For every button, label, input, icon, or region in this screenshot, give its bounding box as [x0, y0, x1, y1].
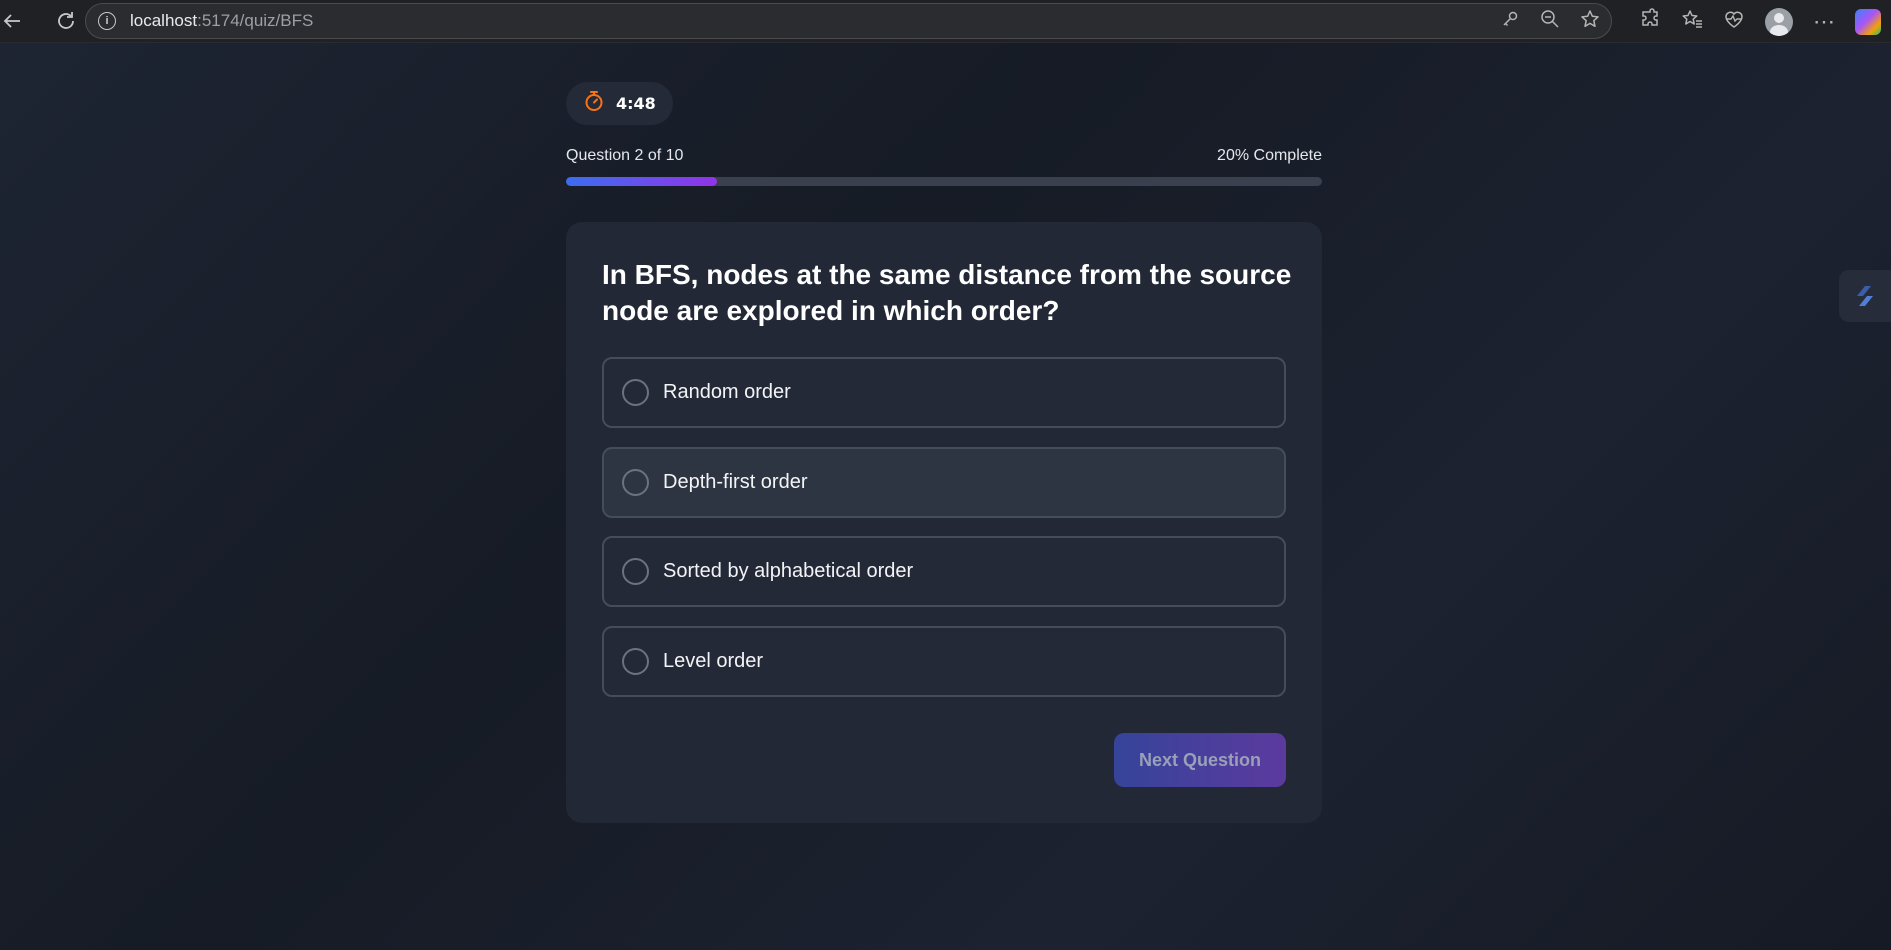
progress-percent: 20% Complete: [1217, 147, 1322, 164]
radio-icon[interactable]: [622, 648, 649, 675]
radio-icon[interactable]: [622, 558, 649, 585]
browser-toolbar: i localhost:5174/quiz/BFS ⋯: [0, 0, 1891, 43]
sidebar-toggle[interactable]: [1839, 270, 1891, 322]
more-icon[interactable]: ⋯: [1813, 9, 1835, 35]
question-counter: Question 2 of 10: [566, 147, 684, 164]
url-text[interactable]: localhost:5174/quiz/BFS: [130, 11, 313, 31]
favorites-icon[interactable]: [1681, 8, 1703, 36]
progress-bar-fill: [566, 177, 718, 186]
radio-icon[interactable]: [622, 379, 649, 406]
profile-icon[interactable]: [1765, 7, 1793, 36]
next-question-button[interactable]: Next Question: [1114, 733, 1286, 787]
answer-option[interactable]: Level order: [602, 626, 1286, 697]
health-icon[interactable]: [1723, 8, 1745, 36]
zoom-out-icon[interactable]: [1539, 9, 1561, 35]
answer-option-label: Random order: [663, 381, 791, 403]
radio-icon[interactable]: [622, 469, 649, 496]
key-icon[interactable]: [1499, 10, 1521, 34]
stopwatch-icon: [584, 90, 604, 117]
answer-option-label: Sorted by alphabetical order: [663, 560, 914, 582]
extensions-icon[interactable]: [1639, 7, 1661, 36]
progress-bar: [566, 177, 1322, 186]
info-icon[interactable]: i: [98, 12, 116, 30]
answer-option[interactable]: Random order: [602, 357, 1286, 428]
address-bar[interactable]: i localhost:5174/quiz/BFS: [85, 3, 1612, 39]
progress-header: Question 2 of 10 20% Complete: [566, 146, 1322, 166]
timer-value: 4:48: [616, 94, 656, 113]
answer-option[interactable]: Depth-first order: [602, 447, 1286, 518]
answer-option-label: Level order: [663, 650, 764, 672]
sidebar-app-icon: [1857, 286, 1873, 306]
answer-option[interactable]: Sorted by alphabetical order: [602, 536, 1286, 607]
star-icon[interactable]: [1579, 9, 1601, 35]
question-card: In BFS, nodes at the same distance from …: [566, 222, 1322, 823]
back-icon[interactable]: [0, 3, 30, 39]
copilot-icon[interactable]: [1855, 8, 1881, 35]
reload-icon[interactable]: [48, 3, 84, 39]
answer-option-label: Depth-first order: [663, 471, 808, 493]
question-text: In BFS, nodes at the same distance from …: [602, 259, 1292, 326]
timer-badge: 4:48: [566, 82, 673, 125]
